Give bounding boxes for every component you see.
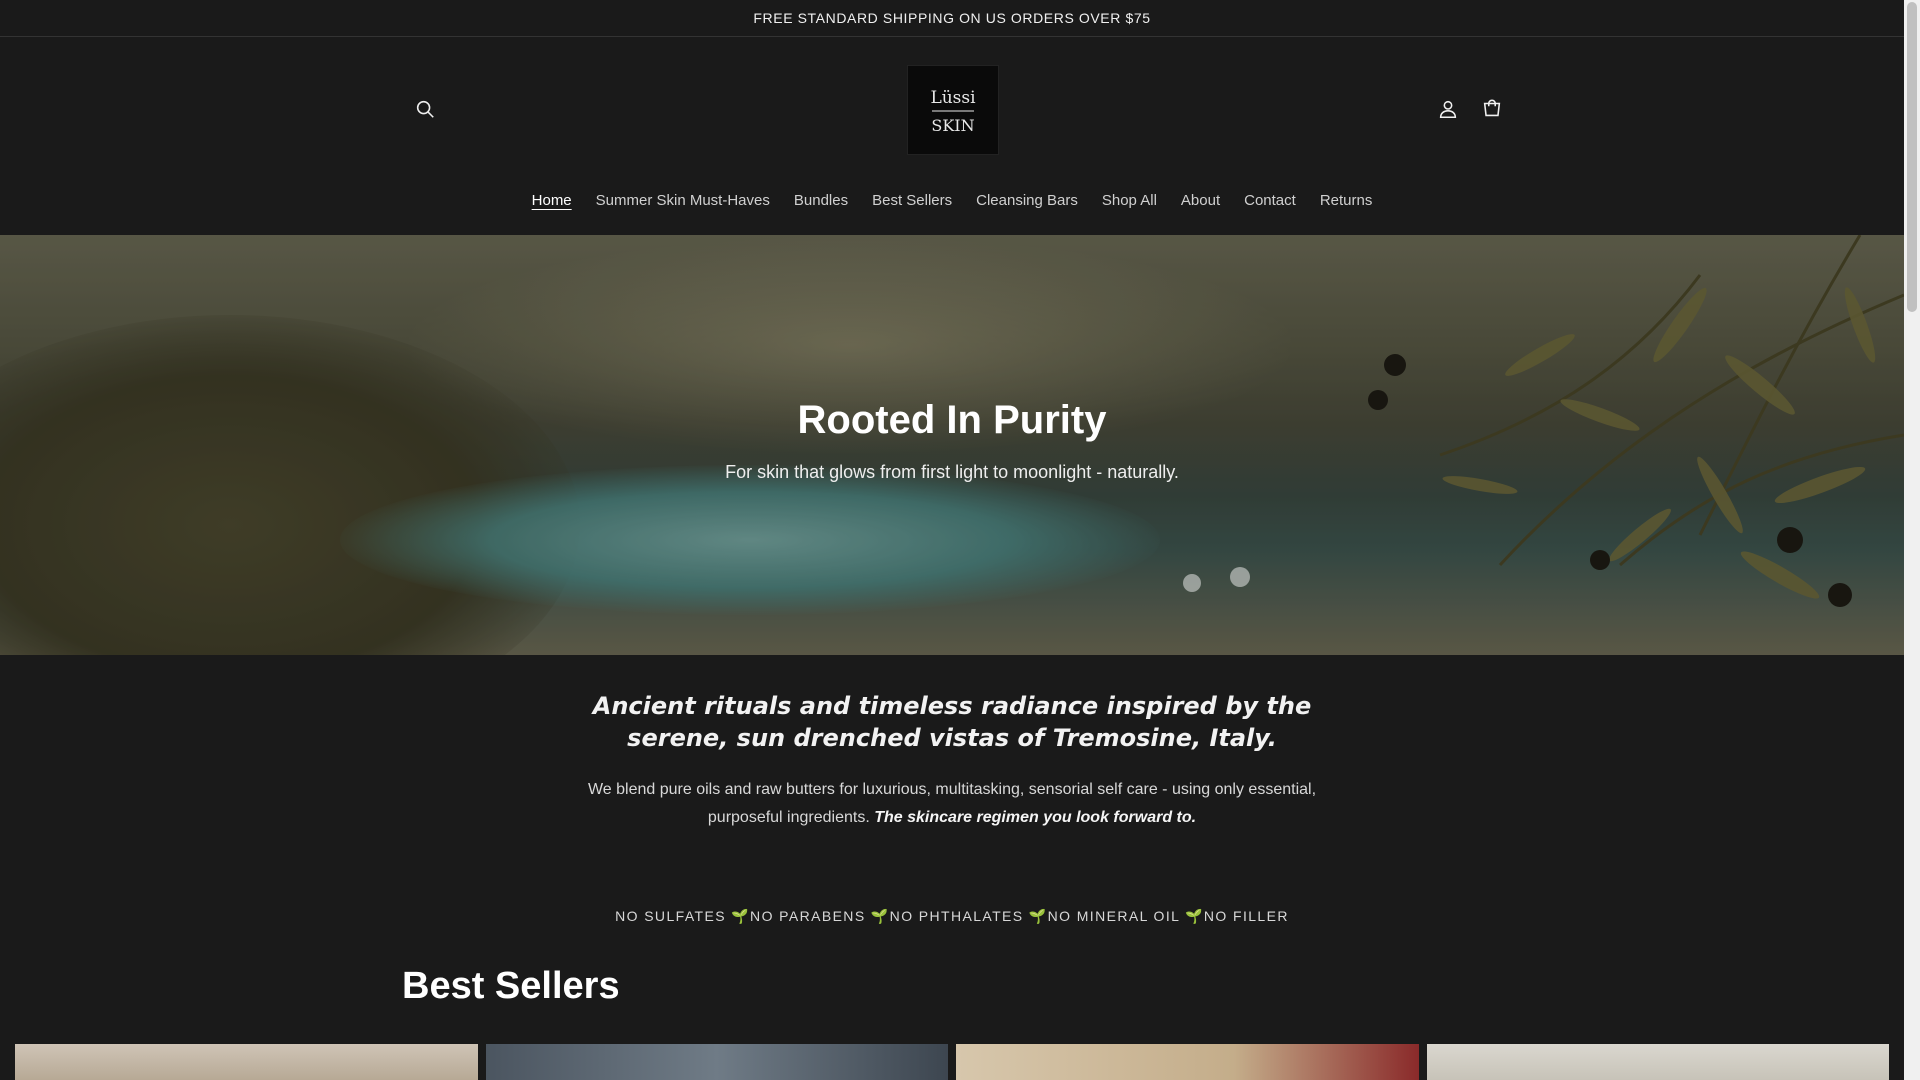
product-card[interactable]	[1426, 1044, 1889, 1080]
nav-item-summer-skin[interactable]: Summer Skin Must-Haves	[584, 187, 782, 215]
best-sellers-title: Best Sellers	[402, 965, 620, 1007]
main-nav: Home Summer Skin Must-Haves Bundles Best…	[0, 187, 1904, 227]
nav-item-shop-all[interactable]: Shop All	[1090, 187, 1169, 215]
cart-icon	[1483, 99, 1501, 117]
product-card[interactable]	[485, 1044, 948, 1080]
search-button[interactable]	[407, 91, 443, 127]
nav-item-about[interactable]: About	[1169, 187, 1232, 215]
product-card[interactable]	[956, 1044, 1419, 1080]
product-grid	[15, 1044, 1889, 1080]
nav-item-home[interactable]: Home	[520, 187, 584, 215]
ingredient-badges: NO SULFATES 🌱NO PARABENS 🌱NO PHTHALATES …	[615, 908, 1289, 924]
announcement-text: FREE STANDARD SHIPPING ON US ORDERS OVER…	[753, 10, 1151, 26]
hero-banner: Rooted In Purity For skin that glows fro…	[0, 235, 1904, 655]
intro-heading: Ancient rituals and timeless radiance in…	[592, 692, 1312, 752]
search-icon	[416, 100, 434, 118]
logo-mark: Lüssi SKIN	[930, 88, 976, 135]
cart-button[interactable]	[1474, 91, 1510, 127]
announcement-bar: FREE STANDARD SHIPPING ON US ORDERS OVER…	[0, 0, 1904, 37]
intro-section: Ancient rituals and timeless radiance in…	[0, 690, 1904, 832]
account-icon	[1439, 100, 1457, 119]
nav-item-bundles[interactable]: Bundles	[782, 187, 860, 215]
product-card[interactable]	[15, 1044, 478, 1080]
page-scrollbar[interactable]	[1904, 0, 1920, 1080]
account-button[interactable]	[1430, 91, 1466, 127]
hero-title: Rooted In Purity	[797, 398, 1107, 442]
hero-subtitle: For skin that glows from first light to …	[725, 462, 1179, 482]
svg-text:Lüssi: Lüssi	[930, 88, 976, 108]
brand-logo[interactable]: Lüssi SKIN	[907, 65, 999, 155]
nav-item-cleansing-bars[interactable]: Cleansing Bars	[964, 187, 1090, 215]
site-header: Lüssi SKIN Home Summer Skin Must-Haves B…	[0, 37, 1904, 235]
hero-overlay	[0, 235, 1904, 655]
intro-body-emphasis: The skincare regimen you look forward to…	[874, 809, 1197, 826]
svg-text:SKIN: SKIN	[931, 116, 974, 135]
nav-item-contact[interactable]: Contact	[1232, 187, 1308, 215]
intro-body: We blend pure oils and raw butters for l…	[572, 776, 1332, 832]
nav-item-returns[interactable]: Returns	[1308, 187, 1385, 215]
nav-item-best-sellers[interactable]: Best Sellers	[860, 187, 964, 215]
scrollbar-thumb[interactable]	[1907, 2, 1917, 312]
